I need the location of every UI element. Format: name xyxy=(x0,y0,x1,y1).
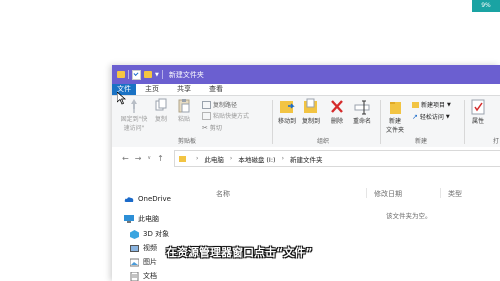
ribbon: 固定到"快 速访问" 复制 粘贴 复制路径 粘贴快捷方式 ✂ 剪切 剪贴板 移动… xyxy=(112,96,500,148)
chevron-right-icon[interactable]: › xyxy=(196,155,198,162)
rename-icon xyxy=(354,100,370,115)
copy-path-button[interactable]: 复制路径 xyxy=(202,100,237,109)
address-bar[interactable]: › 此电脑 › 本地磁盘 (I:) › 新建文件夹 xyxy=(174,150,500,167)
navigation-pane: OneDrive 此电脑 3D 对象 视频 图片 文档 xyxy=(112,169,208,281)
copy-to-button[interactable]: 复制到 xyxy=(299,98,323,125)
back-arrow-icon[interactable]: ← xyxy=(122,154,129,163)
column-header-date[interactable]: 修改日期 xyxy=(374,189,402,199)
breadcrumb-local-disk[interactable]: 本地磁盘 (I:) xyxy=(238,154,275,164)
empty-folder-message: 该文件夹为空。 xyxy=(386,212,432,220)
pin-icon xyxy=(131,99,137,113)
chevron-down-icon[interactable]: ∨ xyxy=(147,155,151,161)
chevron-right-icon[interactable]: › xyxy=(230,155,232,162)
move-folder-icon xyxy=(280,101,295,113)
up-arrow-icon[interactable]: ↑ xyxy=(157,154,164,163)
sidebar-item-pictures[interactable]: 图片 xyxy=(130,257,157,267)
progress-badge: 9% xyxy=(472,0,500,12)
divider xyxy=(128,70,129,79)
sidebar-item-onedrive[interactable]: OneDrive xyxy=(124,195,171,203)
cut-button[interactable]: ✂ 剪切 xyxy=(202,123,222,133)
cube-icon xyxy=(130,229,139,239)
new-folder-icon xyxy=(390,102,401,114)
paste-button[interactable]: 粘贴 xyxy=(175,98,193,123)
paste-shortcut-button[interactable]: 粘贴快捷方式 xyxy=(202,111,249,120)
copy-folder-icon xyxy=(304,98,317,113)
cloud-icon xyxy=(124,196,134,202)
properties-button[interactable]: 属性 xyxy=(468,98,488,125)
video-subtitle: 在资源管理器窗口点击“文件” xyxy=(166,246,313,259)
rename-button[interactable]: 重命名 xyxy=(350,98,374,125)
scissors-icon: ✂ xyxy=(202,123,208,132)
file-list: 名称 修改日期 类型 该文件夹为空。 xyxy=(216,169,500,281)
window-title: 新建文件夹 xyxy=(168,70,204,79)
chevron-down-icon[interactable]: ▼ xyxy=(155,72,159,78)
computer-icon xyxy=(124,215,134,223)
new-item-button[interactable]: 新建项目 ▼ xyxy=(412,100,451,109)
delete-x-icon xyxy=(331,100,343,113)
new-folder-button[interactable]: 新建 文件夹 xyxy=(384,98,406,134)
delete-button[interactable]: 删除 xyxy=(328,98,346,125)
open-group-label: 打 xyxy=(493,138,500,145)
column-header-name[interactable]: 名称 xyxy=(216,189,230,199)
chevron-right-icon[interactable]: › xyxy=(282,155,284,162)
column-header-type[interactable]: 类型 xyxy=(448,189,462,199)
title-bar: ▼ 新建文件夹 xyxy=(112,65,500,84)
document-icon xyxy=(130,271,139,281)
folder-icon xyxy=(179,155,186,162)
organize-group-label: 组织 xyxy=(317,138,330,145)
address-bar-row: ← → ∨ ↑ › 此电脑 › 本地磁盘 (I:) › 新建文件夹 xyxy=(112,147,500,169)
easy-access-icon: ↗ xyxy=(412,112,418,121)
easy-access-button[interactable]: ↗ 轻松访问 ▼ xyxy=(412,112,450,122)
divider xyxy=(380,100,381,144)
clipboard-group-label: 剪贴板 xyxy=(178,138,197,145)
sidebar-item-this-pc[interactable]: 此电脑 xyxy=(124,214,159,224)
new-group-label: 新建 xyxy=(415,138,428,145)
divider xyxy=(272,100,273,144)
tab-home[interactable]: 主页 xyxy=(136,84,168,95)
navigation-buttons: ← → ∨ ↑ xyxy=(122,154,164,163)
divider xyxy=(464,100,465,144)
divider xyxy=(161,70,163,79)
properties-quick-icon[interactable] xyxy=(132,69,141,80)
tab-share[interactable]: 共享 xyxy=(168,84,200,95)
copy-button[interactable]: 复制 xyxy=(152,98,170,123)
quick-access-toolbar: ▼ xyxy=(117,69,163,80)
sidebar-item-3d-objects[interactable]: 3D 对象 xyxy=(130,229,169,239)
properties-icon xyxy=(471,99,485,115)
ribbon-tabs: 文件 主页 共享 查看 xyxy=(112,84,500,96)
sidebar-item-videos[interactable]: 视频 xyxy=(130,243,157,253)
chevron-down-icon: ▼ xyxy=(447,101,451,108)
copy-path-icon xyxy=(202,100,211,109)
mouse-cursor-icon xyxy=(117,92,126,105)
move-to-button[interactable]: 移动到 xyxy=(275,98,299,125)
forward-arrow-icon[interactable]: → xyxy=(135,154,142,163)
video-icon xyxy=(130,244,139,252)
paste-shortcut-icon xyxy=(202,111,211,120)
divider xyxy=(366,188,367,198)
paste-icon xyxy=(178,99,190,113)
picture-icon xyxy=(130,258,139,266)
chevron-down-icon: ▼ xyxy=(445,113,450,120)
new-item-icon xyxy=(412,101,419,108)
breadcrumb-new-folder[interactable]: 新建文件夹 xyxy=(290,154,323,164)
divider xyxy=(440,188,441,198)
tab-view[interactable]: 查看 xyxy=(200,84,232,95)
folder-icon xyxy=(117,71,125,78)
copy-icon xyxy=(155,98,167,111)
sidebar-item-documents[interactable]: 文档 xyxy=(130,271,157,281)
new-folder-quick-icon[interactable] xyxy=(144,71,152,78)
breadcrumb-this-pc[interactable]: 此电脑 xyxy=(204,154,224,164)
